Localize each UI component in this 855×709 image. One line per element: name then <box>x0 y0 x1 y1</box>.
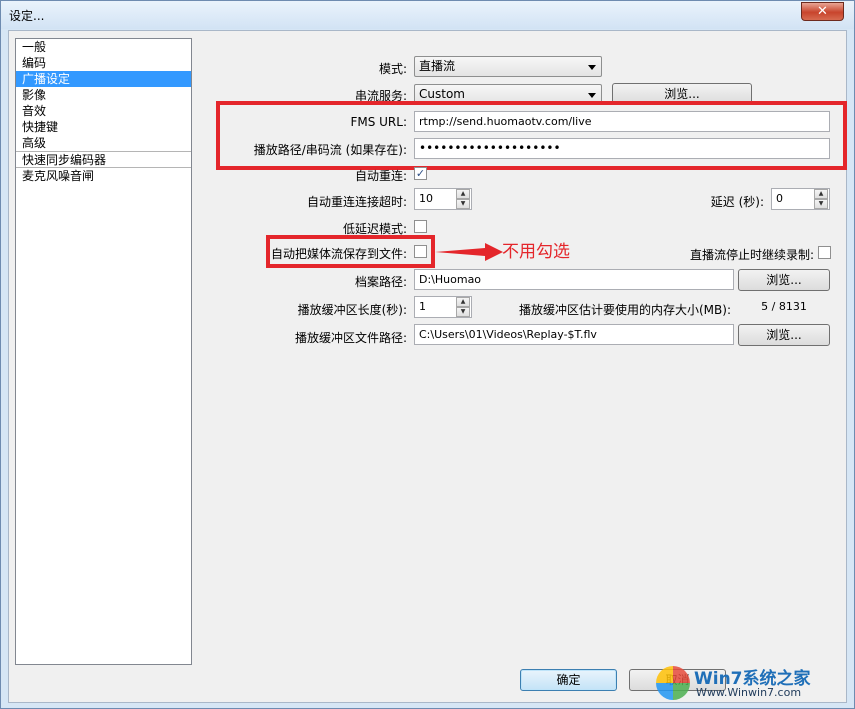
chevron-down-icon <box>588 65 596 70</box>
highlight-box-save-file <box>266 235 435 268</box>
reconnect-timeout-value: 10 <box>419 192 433 205</box>
windows-logo-icon <box>656 666 690 700</box>
delay-label: 延迟 (秒): <box>710 195 764 209</box>
buffer-path-input[interactable]: C:\Users\01\Videos\Replay-$T.flv <box>414 324 734 345</box>
settings-category-list: 一般 编码 广播设定 影像 音效 快捷键 高级 快速同步编码器 麦克风噪音闸 <box>15 38 192 665</box>
archive-path-input[interactable]: D:\Huomao <box>414 269 734 290</box>
sidebar-item-general[interactable]: 一般 <box>16 39 191 55</box>
sidebar-item-advanced[interactable]: 高级 <box>16 135 191 151</box>
highlight-box-stream-settings <box>216 101 847 170</box>
sidebar-item-encoding[interactable]: 编码 <box>16 55 191 71</box>
service-select-value: Custom <box>419 87 465 101</box>
watermark-url: Www.Winwin7.com <box>696 686 802 699</box>
dialog-client: 一般 编码 广播设定 影像 音效 快捷键 高级 快速同步编码器 麦克风噪音闸 模… <box>8 30 847 703</box>
sidebar-item-noise-gate[interactable]: 麦克风噪音闸 <box>16 167 191 183</box>
delay-value: 0 <box>776 192 783 205</box>
spin-down-icon[interactable]: ▼ <box>456 307 470 317</box>
spin-down-icon[interactable]: ▼ <box>814 199 828 209</box>
title-bar[interactable]: 设定... ✕ <box>1 1 854 29</box>
mode-select-value: 直播流 <box>419 59 456 73</box>
mode-select[interactable]: 直播流 <box>414 56 602 77</box>
spin-up-icon[interactable]: ▲ <box>456 189 470 199</box>
spin-up-icon[interactable]: ▲ <box>456 297 470 307</box>
buffer-path-label: 播放缓冲区文件路径: <box>294 331 407 345</box>
sidebar-item-quicksync[interactable]: 快速同步编码器 <box>16 151 191 167</box>
spin-up-icon[interactable]: ▲ <box>814 189 828 199</box>
buffer-memory-label: 播放缓冲区估计要使用的内存大小(MB): <box>519 303 731 317</box>
annotation-text: 不用勾选 <box>502 242 570 262</box>
buffer-length-value: 1 <box>419 300 426 313</box>
reconnect-timeout-label: 自动重连连接超时: <box>306 195 407 209</box>
buffer-length-spinner[interactable]: 1 ▲ ▼ <box>414 296 472 318</box>
archive-path-label: 档案路径: <box>354 275 407 289</box>
auto-reconnect-label: 自动重连: <box>354 169 407 183</box>
annotation-arrow-icon <box>435 243 503 261</box>
sidebar-item-broadcast[interactable]: 广播设定 <box>16 71 191 87</box>
ok-button[interactable]: 确定 <box>520 669 617 691</box>
watermark: Win7系统之家 Www.Winwin7.com <box>656 664 846 704</box>
archive-browse-button[interactable]: 浏览... <box>738 269 830 291</box>
sidebar-item-hotkeys[interactable]: 快捷键 <box>16 119 191 135</box>
reconnect-timeout-spinner[interactable]: 10 ▲ ▼ <box>414 188 472 210</box>
buffer-length-label: 播放缓冲区长度(秒): <box>297 303 407 317</box>
low-latency-checkbox[interactable] <box>414 220 427 233</box>
mode-label: 模式: <box>378 62 407 76</box>
delay-spinner[interactable]: 0 ▲ ▼ <box>771 188 830 210</box>
spin-down-icon[interactable]: ▼ <box>456 199 470 209</box>
close-button[interactable]: ✕ <box>801 2 844 21</box>
sidebar-item-video[interactable]: 影像 <box>16 87 191 103</box>
settings-window: 设定... ✕ 一般 编码 广播设定 影像 音效 快捷键 高级 快速同步编码器 … <box>0 0 855 709</box>
sidebar-item-audio[interactable]: 音效 <box>16 103 191 119</box>
buffer-path-browse-button[interactable]: 浏览... <box>738 324 830 346</box>
buffer-memory-value: 5 / 8131 <box>761 300 807 313</box>
continue-recording-label: 直播流停止时继续录制: <box>689 248 814 262</box>
continue-recording-checkbox[interactable] <box>818 246 831 259</box>
auto-reconnect-checkbox[interactable]: ✓ <box>414 167 427 180</box>
window-title: 设定... <box>9 9 45 23</box>
chevron-down-icon <box>588 93 596 98</box>
